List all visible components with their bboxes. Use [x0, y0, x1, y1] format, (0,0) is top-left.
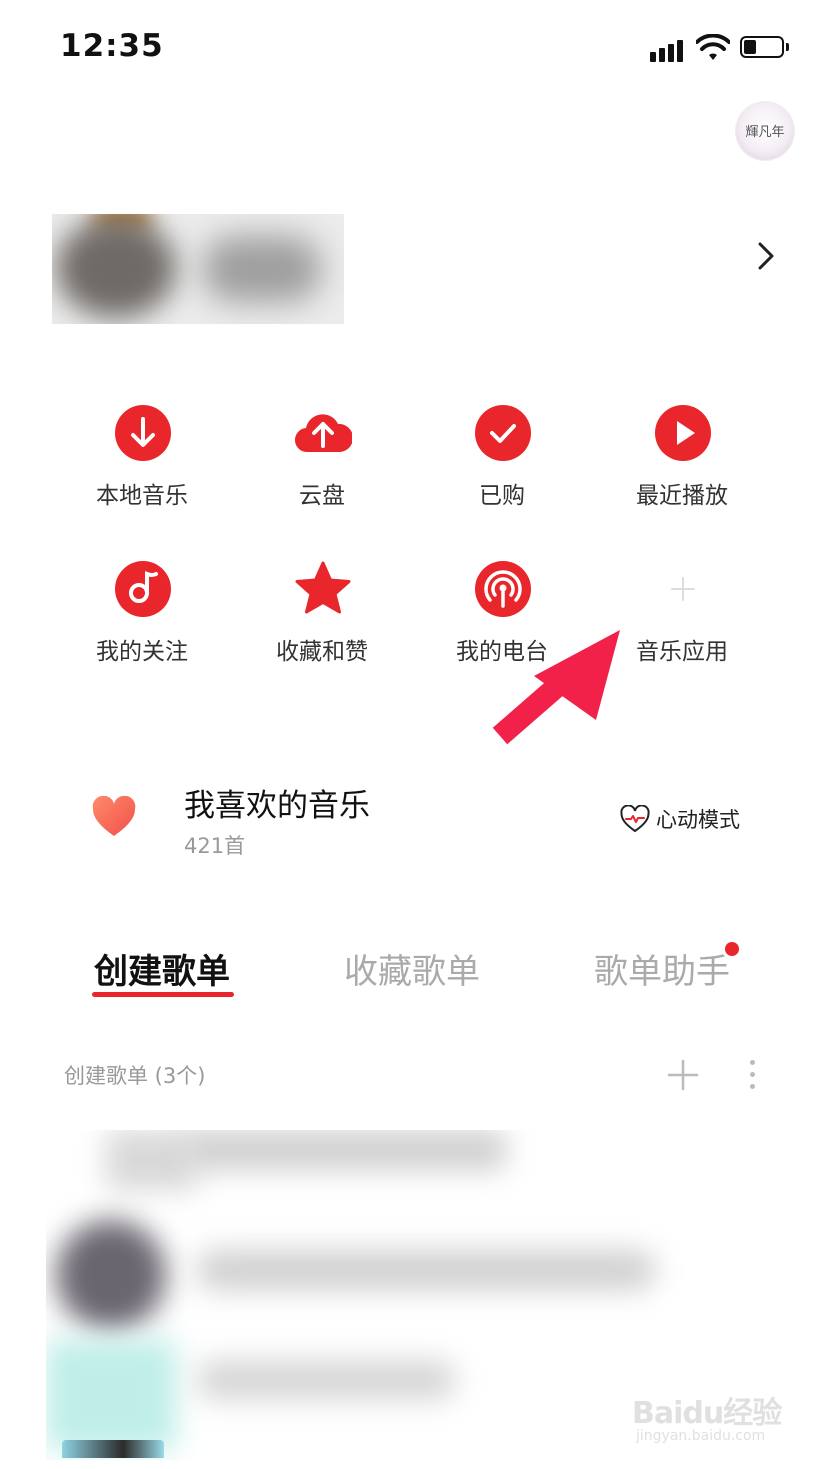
battery-icon	[740, 36, 789, 60]
cellular-signal-icon	[650, 36, 688, 62]
playlist-thumbnail	[62, 1440, 164, 1458]
heartbeat-mode-button[interactable]: 心动模式	[620, 804, 740, 834]
notification-dot	[725, 942, 739, 956]
baidu-watermark: Baidu经验 jingyan.baidu.com	[632, 1382, 782, 1452]
tab-playlist-helper[interactable]: 歌单助手	[594, 944, 730, 993]
section-title: 创建歌单 (3个)	[64, 1064, 206, 1088]
heartbeat-mode-label: 心动模式	[656, 808, 740, 832]
profile-card-blurred[interactable]	[52, 214, 344, 324]
watermark-sub: jingyan.baidu.com	[636, 1428, 766, 1444]
grid-item-recent[interactable]: 最近播放	[592, 404, 772, 524]
grid-item-local-music[interactable]: 本地音乐	[52, 404, 232, 524]
grid-label: 本地音乐	[96, 483, 188, 509]
grid-label: 已购	[479, 483, 525, 509]
grid-item-cloud[interactable]: 云盘	[232, 404, 412, 524]
play-icon	[655, 405, 711, 461]
heart-icon	[92, 796, 136, 836]
download-icon	[115, 405, 171, 461]
grid-item-following[interactable]: 我的关注	[52, 560, 232, 680]
cloud-upload-icon	[295, 414, 352, 453]
playlist-list-blurred[interactable]	[46, 1130, 686, 1460]
grid-label: 收藏和赞	[276, 639, 368, 665]
star-icon	[295, 561, 351, 614]
grid-label: 云盘	[299, 483, 345, 509]
wifi-icon	[696, 34, 730, 60]
tab-collected-playlists[interactable]: 收藏歌单	[344, 944, 480, 993]
plus-icon	[671, 577, 695, 601]
favorite-playlist-title[interactable]: 我喜欢的音乐	[184, 780, 370, 825]
grid-item-purchased[interactable]: 已购	[412, 404, 592, 524]
heartbeat-icon	[620, 805, 650, 833]
music-note-icon	[115, 561, 171, 617]
more-options-icon[interactable]	[748, 1058, 758, 1092]
add-playlist-icon[interactable]	[666, 1058, 700, 1092]
podcast-icon	[475, 561, 531, 617]
avatar-text: 輝凡年	[745, 125, 785, 140]
status-time: 12:35	[60, 28, 164, 64]
chevron-right-icon[interactable]	[752, 240, 780, 272]
watermark-main: Baidu经验	[632, 1396, 782, 1431]
grid-item-favorites[interactable]: 收藏和赞	[232, 560, 412, 680]
grid-label: 我的关注	[96, 639, 188, 665]
check-icon	[475, 405, 531, 461]
tab-active-indicator	[92, 992, 234, 997]
tab-created-playlists[interactable]: 创建歌单	[94, 944, 230, 993]
favorite-playlist-count: 421首	[184, 834, 246, 858]
grid-label: 最近播放	[636, 483, 728, 509]
annotation-arrow-icon	[492, 630, 620, 745]
top-avatar[interactable]: 輝凡年	[736, 102, 794, 160]
